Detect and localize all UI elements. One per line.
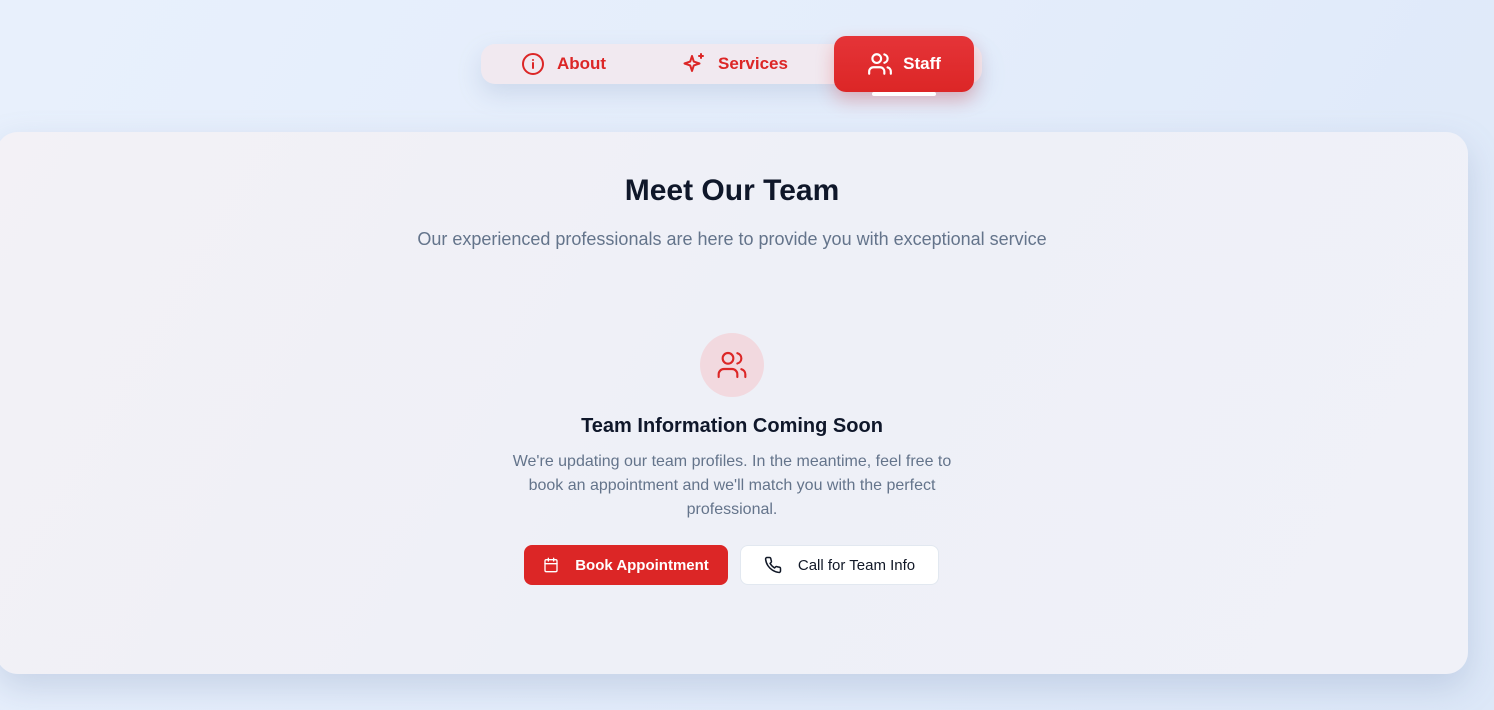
- phone-icon: [764, 556, 782, 574]
- sparkles-icon: [683, 53, 704, 72]
- page-title: Meet Our Team: [624, 174, 840, 207]
- empty-state-description: We're updating our team profiles. In the…: [512, 453, 952, 518]
- call-team-info-label: Call for Team Info: [797, 556, 916, 574]
- tab-about-label: About: [557, 54, 607, 73]
- tab-services-label: Services: [718, 54, 788, 73]
- info-icon: [522, 53, 544, 75]
- book-appointment-label: Book Appointment: [575, 556, 709, 574]
- empty-state-title: Team Information Coming Soon: [581, 415, 883, 437]
- team-card: [0, 132, 1468, 674]
- tab-staff-label: Staff: [903, 54, 941, 73]
- calendar-icon: [544, 557, 558, 573]
- users-icon: [717, 351, 747, 379]
- call-team-info-button[interactable]: Call for Team Info: [740, 545, 939, 585]
- users-icon: [868, 53, 893, 75]
- tab-services[interactable]: Services: [682, 44, 788, 84]
- active-tab-indicator: [872, 92, 936, 96]
- page-subtitle: Our experienced professionals are here t…: [417, 229, 1047, 249]
- book-appointment-button[interactable]: Book Appointment: [524, 545, 728, 585]
- tab-about[interactable]: About: [521, 44, 606, 84]
- tab-staff[interactable]: Staff: [834, 36, 974, 92]
- team-icon-badge: [700, 333, 764, 397]
